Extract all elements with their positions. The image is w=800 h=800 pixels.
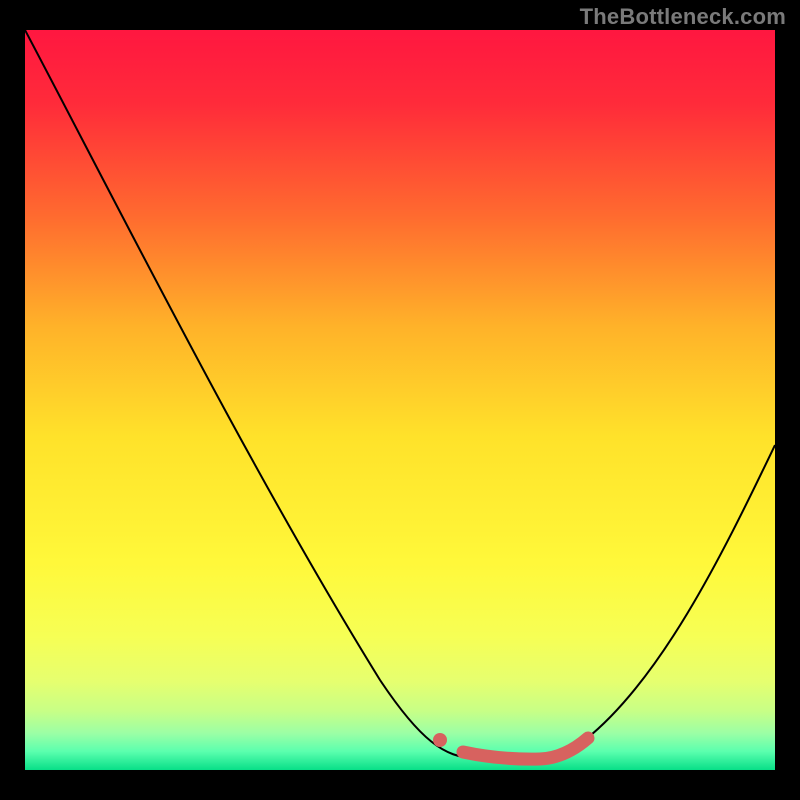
chart-frame: TheBottleneck.com: [0, 0, 800, 800]
overlay-start-dot: [433, 733, 447, 747]
bottleneck-chart: [0, 0, 800, 800]
plot-background: [25, 30, 775, 770]
attribution-label: TheBottleneck.com: [580, 4, 786, 30]
